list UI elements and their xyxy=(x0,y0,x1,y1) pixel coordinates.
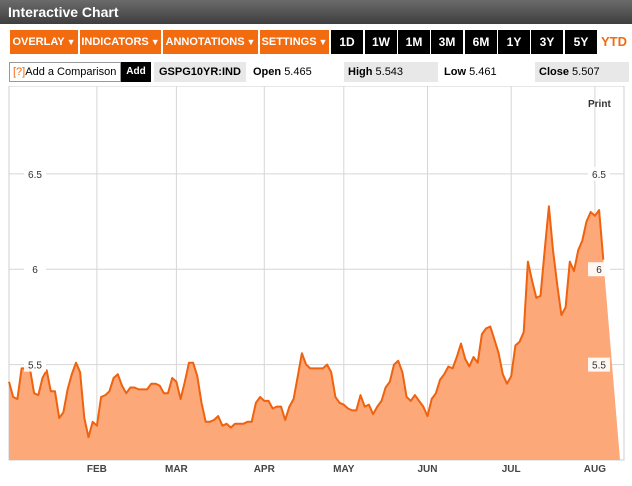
y-tick-label: 5.5 xyxy=(592,361,606,372)
high-value: 5.543 xyxy=(375,66,404,78)
x-tick-label: JUN xyxy=(417,464,437,475)
settings-menu[interactable]: SETTINGS ▼ xyxy=(260,30,329,54)
close-stat: Close 5.507 xyxy=(535,62,629,82)
indicators-menu-label: INDICATORS xyxy=(81,36,149,48)
close-label: Close xyxy=(539,66,569,78)
chevron-down-icon: ▼ xyxy=(246,37,256,47)
window-title: Interactive Chart xyxy=(0,0,632,24)
x-tick-label: FEB xyxy=(87,464,107,475)
x-tick-label: APR xyxy=(254,464,276,475)
price-chart[interactable]: 5.55.5666.56.5FEBMARAPRMAYJUNJULAUG5.55.… xyxy=(0,86,632,486)
comparison-label: Add a Comparison xyxy=(25,66,117,78)
x-tick-label: JUL xyxy=(502,464,521,475)
add-comparison-button[interactable]: Add xyxy=(121,62,151,82)
help-icon[interactable]: [?] xyxy=(13,66,25,78)
high-label: High xyxy=(348,66,373,78)
y-tick-label: 6.5 xyxy=(28,170,42,181)
toolbar: OVERLAY ▼ INDICATORS ▼ ANNOTATIONS ▼ SETTIN… xyxy=(0,26,632,58)
print-link[interactable]: Print xyxy=(588,99,611,110)
high-stat: High 5.543 xyxy=(344,62,438,82)
range-1y[interactable]: 1Y xyxy=(498,30,530,54)
open-stat: Open 5.465 xyxy=(253,62,312,82)
annotations-menu[interactable]: ANNOTATIONS ▼ xyxy=(163,30,258,54)
x-tick-label: MAR xyxy=(165,464,189,475)
x-tick-label: MAY xyxy=(333,464,355,475)
range-5y[interactable]: 5Y xyxy=(565,30,597,54)
open-value: 5.465 xyxy=(284,66,312,78)
y-tick-label: 6 xyxy=(32,265,38,276)
range-ytd[interactable]: YTD xyxy=(598,30,630,54)
symbol-label: GSPG10YR:IND xyxy=(154,62,246,82)
chevron-down-icon: ▼ xyxy=(66,37,76,47)
range-1m[interactable]: 1M xyxy=(398,30,430,54)
low-value: 5.461 xyxy=(469,66,497,78)
open-label: Open xyxy=(253,66,282,78)
annotations-menu-label: ANNOTATIONS xyxy=(165,36,245,48)
y-tick-label: 6.5 xyxy=(592,170,606,181)
overlay-menu[interactable]: OVERLAY ▼ xyxy=(10,30,78,54)
low-stat: Low 5.461 xyxy=(444,62,497,82)
chevron-down-icon: ▼ xyxy=(318,37,328,47)
range-3y[interactable]: 3Y xyxy=(531,30,563,54)
range-1w[interactable]: 1W xyxy=(365,30,397,54)
range-1d[interactable]: 1D xyxy=(331,30,363,54)
x-tick-label: AUG xyxy=(584,464,606,475)
settings-menu-label: SETTINGS xyxy=(261,36,317,48)
indicators-menu[interactable]: INDICATORS ▼ xyxy=(80,30,161,54)
close-value: 5.507 xyxy=(572,66,600,78)
y-tick-label: 5.5 xyxy=(28,361,42,372)
range-3m[interactable]: 3M xyxy=(431,30,463,54)
range-6m[interactable]: 6M xyxy=(465,30,497,54)
y-tick-label: 6 xyxy=(596,265,602,276)
quote-bar: [?]Add a Comparison Add GSPG10YR:IND Ope… xyxy=(0,60,632,84)
chevron-down-icon: ▼ xyxy=(150,37,160,47)
low-label: Low xyxy=(444,66,466,78)
comparison-input[interactable]: [?]Add a Comparison xyxy=(9,62,121,82)
overlay-menu-label: OVERLAY xyxy=(12,36,65,48)
